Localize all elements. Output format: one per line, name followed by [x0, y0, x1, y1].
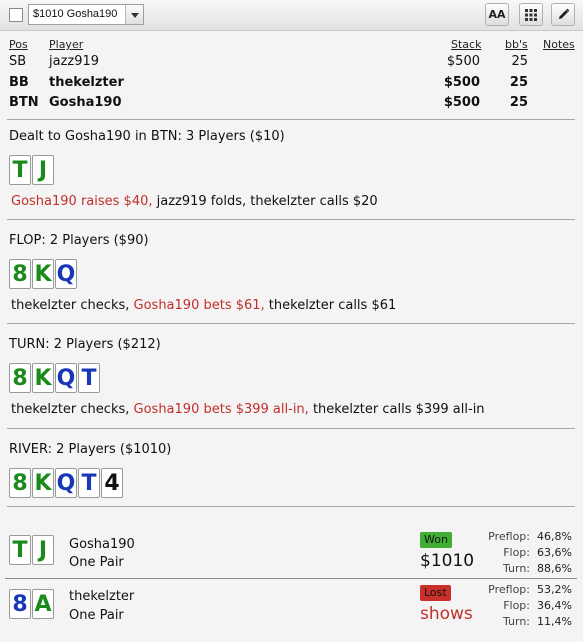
divider [5, 578, 577, 579]
card: A [32, 589, 54, 619]
player-stack: $500 [443, 95, 480, 110]
edit-button[interactable] [551, 3, 575, 26]
result-hand: One Pair [69, 608, 124, 623]
preflop-title: Dealt to Gosha190 in BTN: 3 Players ($10… [9, 129, 285, 144]
stat-label: Flop: [503, 599, 530, 612]
card: T [9, 535, 31, 565]
shows-label: shows [420, 604, 473, 624]
player-bbs: 25 [509, 75, 528, 90]
hero-cards: T J [9, 155, 54, 185]
card: Q [55, 468, 77, 498]
hero-action: Gosha190 bets $61, [133, 298, 265, 313]
stat-value: 11,4% [537, 615, 572, 628]
hero-action: Gosha190 bets $399 all-in, [133, 402, 309, 417]
player-name: jazz919 [49, 54, 100, 69]
lost-badge: Lost [420, 585, 451, 601]
stat-label: Flop: [503, 546, 530, 559]
stat-label: Turn: [502, 562, 530, 575]
font-size-button[interactable]: AA [485, 3, 509, 26]
showdown-cards: 8 A [9, 589, 54, 619]
stat-label: Preflop: [488, 530, 530, 543]
hero-action: Gosha190 raises $40, [11, 194, 153, 209]
result-hand: One Pair [69, 555, 124, 570]
card: J [32, 155, 54, 185]
stat-value: 53,2% [537, 583, 572, 596]
stat-value: 63,6% [537, 546, 572, 559]
card: 8 [9, 589, 31, 619]
won-amount: $1010 [420, 551, 475, 571]
action-text: thekelzter calls $399 all-in [308, 402, 485, 417]
header-player: Player [49, 38, 84, 51]
card: T [78, 468, 100, 498]
header-bbs: bb's [505, 38, 528, 51]
player-bbs: 25 [509, 95, 528, 110]
header-notes: Notes [543, 38, 575, 51]
card: 8 [9, 259, 31, 289]
grid-button[interactable] [519, 3, 543, 26]
card: K [32, 468, 54, 498]
header-stack: Stack [451, 38, 482, 51]
header-pos: Pos [9, 38, 28, 51]
stat-label: Turn: [502, 615, 530, 628]
action-text: thekelzter calls $61 [264, 298, 397, 313]
turn-title: TURN: 2 Players ($212) [9, 337, 161, 352]
river-title: RIVER: 2 Players ($1010) [9, 442, 172, 457]
player-stack: $500 [446, 54, 480, 69]
river-cards: 8 K Q T 4 [9, 468, 123, 498]
action-text: thekelzter checks, [11, 298, 134, 313]
flop-actions: thekelzter checks, Gosha190 bets $61, th… [11, 298, 396, 313]
card: Q [55, 363, 77, 393]
card: J [32, 535, 54, 565]
card: Q [55, 259, 77, 289]
toolbar: $1010 Gosha190 AA [0, 0, 583, 31]
hand-select-dropdown[interactable]: $1010 Gosha190 [28, 4, 144, 25]
flop-cards: 8 K Q [9, 259, 77, 289]
divider [7, 323, 575, 324]
preflop-actions: Gosha190 raises $40, jazz919 folds, thek… [11, 194, 378, 209]
font-size-label: AA [488, 8, 506, 21]
card: 8 [9, 468, 31, 498]
showdown-cards: T J [9, 535, 54, 565]
won-badge: Won [420, 532, 452, 548]
card: K [32, 259, 54, 289]
flop-title: FLOP: 2 Players ($90) [9, 233, 149, 248]
pencil-icon [558, 8, 569, 19]
stat-value: 36,4% [537, 599, 572, 612]
card: K [32, 363, 54, 393]
divider [7, 506, 575, 507]
grid-icon [525, 9, 537, 21]
player-pos: BTN [9, 95, 39, 110]
card: T [78, 363, 100, 393]
player-pos: BB [9, 75, 29, 90]
action-text: thekelzter checks, [11, 402, 134, 417]
turn-actions: thekelzter checks, Gosha190 bets $399 al… [11, 402, 485, 417]
chevron-down-icon[interactable] [125, 5, 143, 24]
result-player-name: thekelzter [69, 589, 135, 604]
player-pos: SB [9, 54, 27, 69]
player-name: thekelzter [49, 75, 124, 90]
card: 4 [101, 468, 123, 498]
stat-value: 46,8% [537, 530, 572, 543]
divider [7, 119, 575, 120]
divider [7, 428, 575, 429]
stat-label: Preflop: [488, 583, 530, 596]
select-hand-checkbox[interactable] [9, 8, 23, 22]
turn-cards: 8 K Q T [9, 363, 100, 393]
divider [7, 219, 575, 220]
result-player-name: Gosha190 [69, 537, 135, 552]
stat-value: 88,6% [537, 562, 572, 575]
hand-select-value: $1010 Gosha190 [33, 8, 118, 20]
action-text: jazz919 folds, thekelzter calls $20 [152, 194, 378, 209]
card: 8 [9, 363, 31, 393]
card: T [9, 155, 31, 185]
player-stack: $500 [443, 75, 480, 90]
player-bbs: 25 [511, 54, 528, 69]
player-name: Gosha190 [49, 95, 122, 110]
